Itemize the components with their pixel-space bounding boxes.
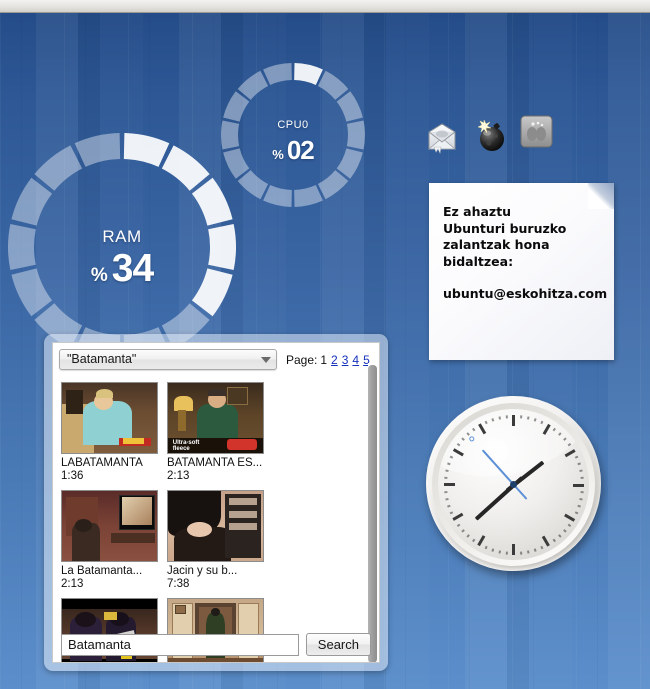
video-duration: 7:38 [167,578,190,590]
video-duration: 1:36 [61,470,84,482]
cpu-percent-sign: % [272,147,284,162]
note-text: Ez ahaztu Ubunturi buruzko zalantzak hon… [443,204,567,269]
clock-widget [420,392,610,582]
cpu-percent-value: 02 [286,135,315,165]
query-select-value: "Batamanta" [67,352,137,366]
cpu-gauge-label: CPU0 [277,119,309,131]
ram-percent-sign: % [90,265,108,286]
video-result-item[interactable]: La Batamanta... 2:13 [61,490,167,590]
note-fold-corner [588,183,614,209]
ram-gauge-value: % 34 [6,247,238,291]
ram-gauge-widget: RAM % 34 [6,131,238,363]
top-panel-bar[interactable] [0,0,650,13]
video-thumbnail[interactable]: Ultra-soft fleece [167,382,264,454]
ram-percent-value: 34 [111,247,154,290]
chevron-down-icon [261,357,271,363]
video-duration: 2:13 [61,578,84,590]
mail-icon[interactable] [423,118,461,156]
desktop-background: RAM % 34 CPU0 % 02 Ez ahaztu Ubunturi bu… [0,0,650,689]
video-duration: 2:13 [167,470,190,482]
page-label: Page: [286,352,318,367]
video-title: La Batamanta... [61,565,143,577]
note-email: ubuntu@eskohitza.com [443,286,608,301]
search-button[interactable]: Search [305,633,371,656]
ram-gauge-label: RAM [102,227,142,246]
video-result-item[interactable]: Ultra-soft fleece BATAMANTA ES... 2:13 [167,382,273,482]
video-thumbnail[interactable] [61,382,158,454]
pagination: Page: 1 2 3 4 5 [286,353,370,367]
clock-center-cap [510,481,517,488]
video-result-item[interactable]: LABATAMANTA 1:36 [61,382,167,482]
youtube-search-widget[interactable]: "Batamanta" Page: 1 2 3 4 5 LABATAMANTA 1:36 [44,334,388,671]
clock-face [438,409,589,560]
results-scrollbar[interactable] [368,363,377,662]
bomb-icon[interactable] [472,116,510,154]
cpu-gauge-widget: CPU0 % 02 [219,61,367,209]
search-input[interactable] [61,633,299,656]
page-link[interactable]: 3 [342,353,349,367]
desktop-icon-row [423,113,563,163]
video-title: LABATAMANTA [61,457,143,469]
video-thumbnail[interactable] [61,490,158,562]
youtube-toolbar: "Batamanta" Page: 1 2 3 4 5 [53,343,379,374]
youtube-widget-body: "Batamanta" Page: 1 2 3 4 5 LABATAMANTA 1:36 [52,342,380,663]
video-thumbnail[interactable] [167,490,264,562]
video-result-item[interactable]: Jacin y su b... 7:38 [167,490,273,590]
app-icon[interactable] [517,113,555,151]
page-links: 2345 [327,353,370,367]
sticky-note-widget[interactable]: Ez ahaztu Ubunturi buruzko zalantzak hon… [429,183,614,360]
page-link[interactable]: 4 [352,353,359,367]
page-link[interactable]: 2 [331,353,338,367]
video-title: Jacin y su b... [167,565,238,577]
cpu-gauge-value: % 02 [219,135,367,166]
video-results-grid: LABATAMANTA 1:36 Ultra-soft fleece BATAM… [53,374,379,662]
scrollbar-thumb[interactable] [368,365,377,662]
video-title: BATAMANTA ES... [167,457,263,469]
youtube-search-row: Search [53,633,379,656]
query-select-dropdown[interactable]: "Batamanta" [59,349,277,370]
